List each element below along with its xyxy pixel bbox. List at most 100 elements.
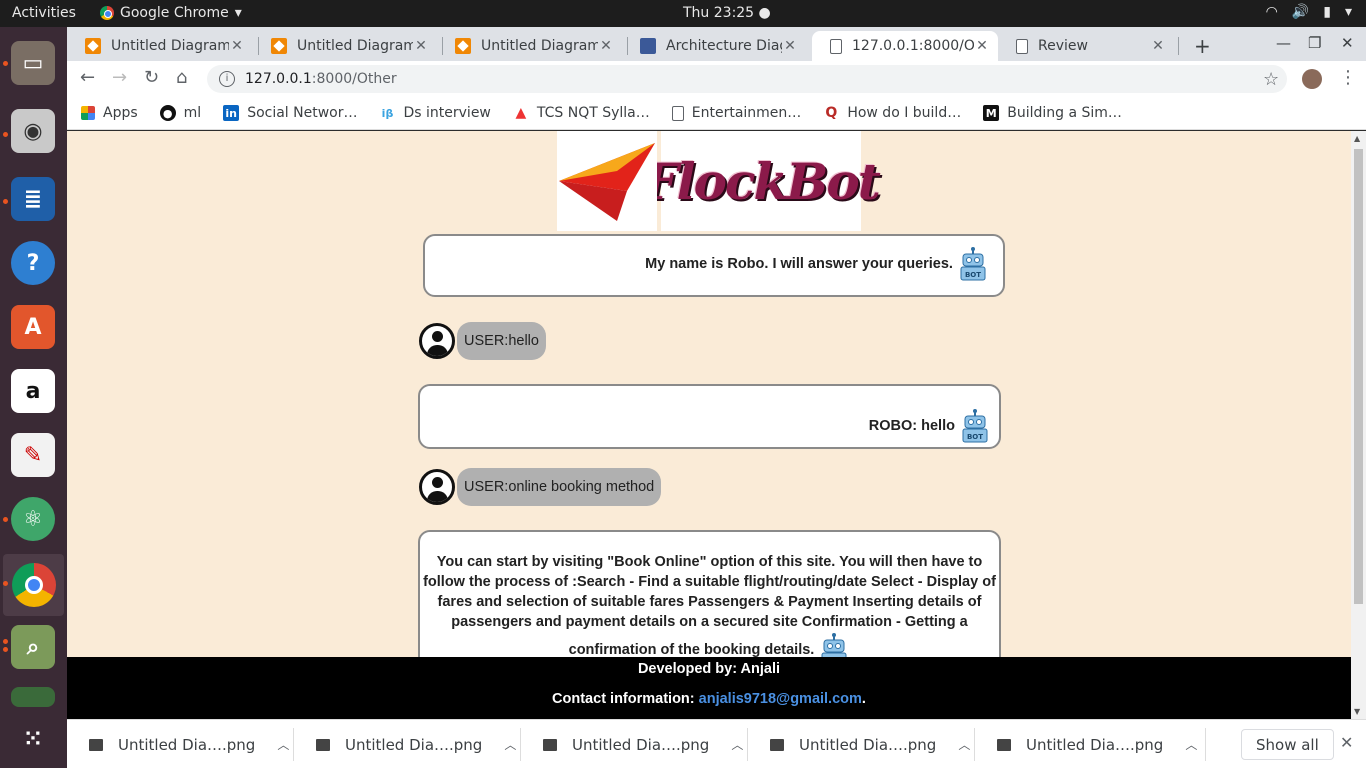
- footer-email-link[interactable]: anjalis9718@gmail.com: [699, 691, 862, 707]
- download-item[interactable]: Untitled Dia….png ︿: [89, 720, 289, 768]
- software-center-icon[interactable]: A: [11, 305, 55, 349]
- minimize-button[interactable]: —: [1276, 34, 1291, 52]
- tab-review[interactable]: Review ✕: [998, 31, 1174, 61]
- user-message-row: USER:hello: [419, 322, 546, 360]
- bookmark-how-do-i-build[interactable]: Q How do I build…: [823, 105, 961, 121]
- bookmark-social-network[interactable]: in Social Networ…: [223, 105, 358, 121]
- restore-button[interactable]: ❐: [1308, 34, 1321, 52]
- medium-icon: M: [983, 105, 1000, 121]
- bookmark-building-a-sim[interactable]: M Building a Sim…: [983, 105, 1122, 121]
- help-icon[interactable]: ?: [11, 241, 55, 285]
- close-icon[interactable]: ✕: [782, 38, 798, 54]
- rhythmbox-icon[interactable]: ◉: [11, 109, 55, 153]
- close-icon[interactable]: ✕: [229, 38, 245, 54]
- activities-button[interactable]: Activities: [12, 5, 76, 21]
- chevron-down-icon: ▾: [1344, 4, 1352, 20]
- tab-strip: Untitled Diagram. ✕ Untitled Diagram ✕ U…: [67, 27, 1366, 61]
- drawio-icon: [271, 38, 287, 54]
- bookmark-entertainment[interactable]: Entertainmen…: [671, 105, 802, 121]
- avatar[interactable]: [1302, 69, 1322, 89]
- tab-untitled-diagram-2[interactable]: Untitled Diagram ✕: [253, 31, 437, 61]
- close-icon[interactable]: ✕: [974, 38, 990, 54]
- forward-button[interactable]: →: [112, 67, 127, 88]
- bookmark-label: Entertainmen…: [691, 105, 802, 121]
- chevron-up-icon[interactable]: ︿: [1185, 736, 1197, 753]
- menu-icon[interactable]: ⋮: [1339, 67, 1357, 88]
- user-avatar-icon: [419, 469, 455, 505]
- download-item[interactable]: Untitled Dia….png ︿: [543, 720, 743, 768]
- image-viewer-icon[interactable]: ⌕: [11, 625, 55, 669]
- bot-reply-bubble: You can start by visiting "Book Online" …: [418, 530, 1001, 670]
- page-icon: [830, 38, 842, 54]
- writer-icon[interactable]: ≣: [11, 177, 55, 221]
- chevron-up-icon[interactable]: ︿: [504, 736, 516, 753]
- divider: [747, 728, 748, 761]
- download-item[interactable]: Untitled Dia….png ︿: [997, 720, 1197, 768]
- back-button[interactable]: ←: [80, 67, 95, 88]
- app-menu[interactable]: Google Chrome ▾: [100, 5, 242, 21]
- scroll-down-icon[interactable]: ▼: [1354, 707, 1360, 716]
- system-tray[interactable]: ◠ 🔊 ▮ ▾: [1266, 4, 1352, 20]
- running-indicator: [3, 132, 8, 137]
- bookmark-label: Social Networ…: [247, 105, 358, 121]
- amazon-icon[interactable]: a: [11, 369, 55, 413]
- files-icon[interactable]: ▭: [11, 41, 55, 85]
- bookmark-apps[interactable]: Apps: [81, 105, 138, 121]
- chevron-up-icon[interactable]: ︿: [958, 736, 970, 753]
- chevron-up-icon[interactable]: ︿: [731, 736, 743, 753]
- close-icon[interactable]: ✕: [1340, 733, 1353, 752]
- system-top-bar: Activities Google Chrome ▾ Thu 23:25 ● ◠…: [0, 0, 1366, 27]
- terminal-icon[interactable]: [11, 687, 55, 707]
- bookmark-label: TCS NQT Sylla…: [536, 105, 650, 121]
- address-bar[interactable]: i 127.0.0.1:8000/Other: [207, 65, 1287, 93]
- apps-grid-icon: [81, 106, 95, 120]
- close-icon[interactable]: ✕: [598, 38, 614, 54]
- drawio-icon: [85, 38, 101, 54]
- tab-title: Untitled Diagram: [297, 38, 413, 54]
- show-all-button[interactable]: Show all: [1241, 729, 1334, 760]
- download-item[interactable]: Untitled Dia….png ︿: [770, 720, 970, 768]
- tab-title: Untitled Diagram.: [111, 38, 229, 54]
- atom-icon[interactable]: ⚛: [11, 497, 55, 541]
- scroll-up-icon[interactable]: ▲: [1354, 134, 1360, 143]
- new-tab-button[interactable]: +: [1194, 34, 1211, 58]
- logo-text: FlockBot: [643, 151, 881, 211]
- document-viewer-icon[interactable]: ✎: [11, 433, 55, 477]
- chevron-up-icon[interactable]: ︿: [277, 736, 289, 753]
- bot-reply-text: You can start by visiting "Book Online" …: [423, 554, 996, 658]
- flockbot-wordmark: FlockBot: [643, 131, 881, 231]
- bookmark-ml[interactable]: ● ml: [159, 105, 202, 121]
- dock: ▭ ◉ ≣ ? A a ✎ ⚛ ⌕ ⁙: [0, 27, 67, 768]
- bookmark-label: ml: [183, 105, 202, 121]
- divider: [520, 728, 521, 761]
- page-scrollbar[interactable]: ▲ ▼: [1351, 131, 1366, 719]
- bookmark-star-icon[interactable]: ☆: [1263, 69, 1279, 90]
- interviewbit-icon: iβ: [381, 106, 394, 120]
- tab-localhost-other[interactable]: 127.0.0.1:8000/Ot ✕: [812, 31, 998, 61]
- image-file-icon: [997, 738, 1011, 751]
- tab-untitled-diagram-1[interactable]: Untitled Diagram. ✕: [67, 31, 253, 61]
- close-icon[interactable]: ✕: [1150, 38, 1166, 54]
- bookmark-tcs-nqt[interactable]: ▲ TCS NQT Sylla…: [513, 105, 650, 121]
- reload-button[interactable]: ↻: [144, 67, 159, 88]
- download-filename: Untitled Dia….png: [345, 735, 483, 754]
- quora-icon: Q: [825, 105, 838, 121]
- prepinsta-icon: ▲: [515, 105, 527, 121]
- user-avatar-icon: [419, 323, 455, 359]
- show-applications-icon[interactable]: ⁙: [11, 717, 55, 761]
- home-button[interactable]: ⌂: [176, 67, 187, 88]
- close-icon[interactable]: ✕: [413, 38, 429, 54]
- chrome-dock-icon[interactable]: [3, 554, 64, 616]
- info-icon[interactable]: i: [219, 71, 235, 87]
- bookmark-ds-interview[interactable]: iβ Ds interview: [380, 105, 491, 121]
- tab-architecture-diagram[interactable]: Architecture Diag ✕: [622, 31, 806, 61]
- clock[interactable]: Thu 23:25 ●: [683, 5, 771, 21]
- download-filename: Untitled Dia….png: [572, 735, 710, 754]
- running-indicator: [3, 61, 8, 66]
- page-viewport: FlockBot My name is Robo. I will answer …: [67, 131, 1351, 719]
- scrollbar-thumb[interactable]: [1354, 149, 1363, 604]
- download-item[interactable]: Untitled Dia….png ︿: [316, 720, 516, 768]
- tab-untitled-diagram-3[interactable]: Untitled Diagram ✕: [437, 31, 622, 61]
- running-indicator: [3, 581, 8, 586]
- close-window-button[interactable]: ✕: [1341, 34, 1354, 52]
